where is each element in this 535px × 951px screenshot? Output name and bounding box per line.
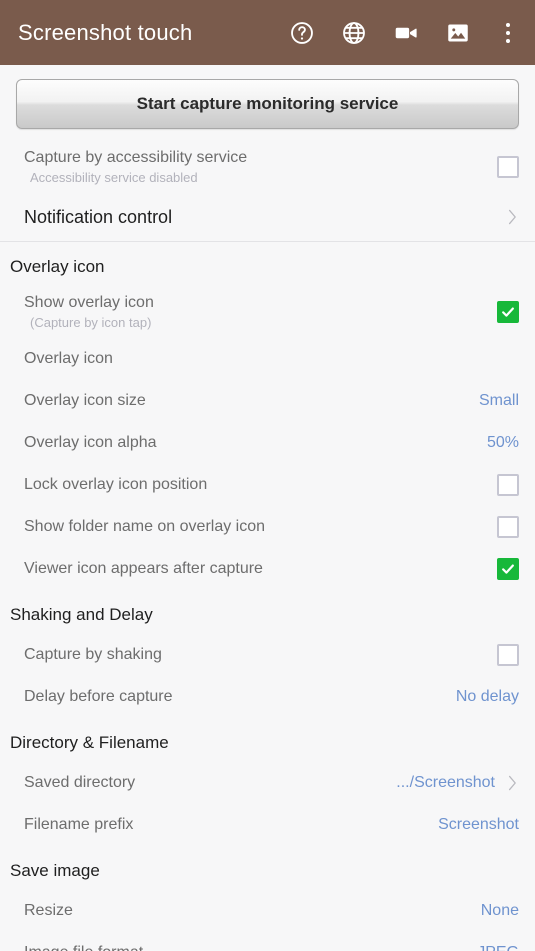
row-label: Overlay icon size [24, 392, 146, 409]
row-texts: Overlay icon [24, 349, 519, 369]
row-notification-control[interactable]: Notification control [0, 193, 535, 241]
row-label: Notification control [24, 207, 173, 227]
checkbox-viewer-icon-appears-after-capture[interactable] [497, 558, 519, 580]
row-value-saved-directory: .../Screenshot [396, 774, 495, 791]
row-delay-before-capture[interactable]: Delay before capture No delay [0, 676, 535, 718]
app-title: Screenshot touch [18, 19, 193, 45]
row-sublabel: Accessibility service disabled [30, 169, 198, 185]
row-label: Overlay icon alpha [24, 434, 157, 451]
row-overlay-icon[interactable]: Overlay icon [0, 338, 535, 380]
row-value-filename-prefix: Screenshot [438, 816, 519, 833]
value-group: .../Screenshot [386, 772, 519, 794]
video-camera-icon[interactable] [393, 20, 419, 46]
section-header-shaking-and-delay: Shaking and Delay [10, 605, 153, 624]
row-texts: Resize [24, 901, 471, 921]
globe-icon[interactable] [341, 20, 367, 46]
row-value-overlay-icon-alpha: 50% [486, 434, 519, 451]
kebab-dot [506, 38, 510, 43]
row-texts: Lock overlay icon position [24, 475, 497, 495]
chevron-right-icon [505, 206, 519, 228]
start-button-container: Start capture monitoring service [0, 65, 535, 141]
kebab-dot [506, 30, 510, 35]
checkbox-lock-overlay-icon-position[interactable] [497, 474, 519, 496]
image-icon[interactable] [445, 20, 471, 46]
row-texts: Viewer icon appears after capture [24, 559, 497, 579]
row-show-overlay-icon[interactable]: Show overlay icon (Capture by icon tap) [0, 286, 535, 338]
row-label: Filename prefix [24, 816, 134, 833]
row-label: Overlay icon [24, 350, 113, 367]
chevron-right-icon [505, 772, 519, 794]
row-label: Capture by shaking [24, 646, 162, 663]
help-circle-icon[interactable] [289, 20, 315, 46]
row-texts: Capture by shaking [24, 645, 497, 665]
checkbox-show-overlay-icon[interactable] [497, 301, 519, 323]
row-label: Lock overlay icon position [24, 476, 208, 493]
row-texts: Overlay icon alpha [24, 433, 477, 453]
start-capture-monitoring-service-button[interactable]: Start capture monitoring service [16, 79, 519, 129]
row-label: Capture by accessibility service [24, 148, 248, 166]
row-lock-overlay-icon-position[interactable]: Lock overlay icon position [0, 464, 535, 506]
row-image-file-format[interactable]: Image file format JPEG [0, 932, 535, 951]
row-sublabel: (Capture by icon tap) [30, 314, 152, 330]
row-value-overlay-icon-size: Small [478, 392, 519, 409]
row-texts: Image file format [24, 943, 467, 951]
row-saved-directory[interactable]: Saved directory .../Screenshot [0, 762, 535, 804]
row-texts: Show overlay icon (Capture by icon tap) [24, 293, 497, 332]
checkbox-capture-by-accessibility-service[interactable] [497, 156, 519, 178]
settings-scroll-area[interactable]: Start capture monitoring service Capture… [0, 65, 535, 951]
checkbox-capture-by-shaking[interactable] [497, 644, 519, 666]
overflow-menu-icon[interactable] [497, 20, 519, 46]
row-texts: Delay before capture [24, 687, 446, 707]
section-header-directory-and-filename: Directory & Filename [10, 733, 169, 752]
row-overlay-icon-size[interactable]: Overlay icon size Small [0, 380, 535, 422]
app-bar: Screenshot touch [0, 0, 535, 65]
row-value-image-file-format: JPEG [467, 944, 519, 951]
row-value-resize: None [480, 902, 519, 919]
row-texts: Show folder name on overlay icon [24, 517, 497, 537]
row-capture-by-accessibility-service[interactable]: Capture by accessibility service Accessi… [0, 141, 535, 193]
app-bar-actions [289, 20, 521, 46]
section-header-overlay-icon: Overlay icon [10, 257, 105, 276]
kebab-dot [506, 22, 510, 27]
row-texts: Filename prefix [24, 815, 428, 835]
row-resize[interactable]: Resize None [0, 890, 535, 932]
row-label: Show overlay icon [24, 293, 154, 311]
row-label: Saved directory [24, 774, 136, 791]
row-filename-prefix[interactable]: Filename prefix Screenshot [0, 804, 535, 846]
row-label: Viewer icon appears after capture [24, 560, 263, 577]
row-value-delay-before-capture: No delay [455, 688, 519, 705]
checkbox-show-folder-name-on-overlay-icon[interactable] [497, 516, 519, 538]
row-label: Show folder name on overlay icon [24, 518, 266, 535]
row-label: Resize [24, 902, 73, 919]
row-texts: Saved directory [24, 773, 386, 793]
section-header-save-image: Save image [10, 861, 100, 880]
row-label: Image file format [24, 943, 467, 951]
row-show-folder-name-on-overlay-icon[interactable]: Show folder name on overlay icon [0, 506, 535, 548]
row-viewer-icon-appears-after-capture[interactable]: Viewer icon appears after capture [0, 548, 535, 590]
row-label: Delay before capture [24, 688, 173, 705]
row-texts: Capture by accessibility service Accessi… [24, 148, 497, 187]
row-capture-by-shaking[interactable]: Capture by shaking [0, 634, 535, 676]
row-texts: Notification control [24, 207, 495, 227]
row-overlay-icon-alpha[interactable]: Overlay icon alpha 50% [0, 422, 535, 464]
row-texts: Overlay icon size [24, 391, 469, 411]
